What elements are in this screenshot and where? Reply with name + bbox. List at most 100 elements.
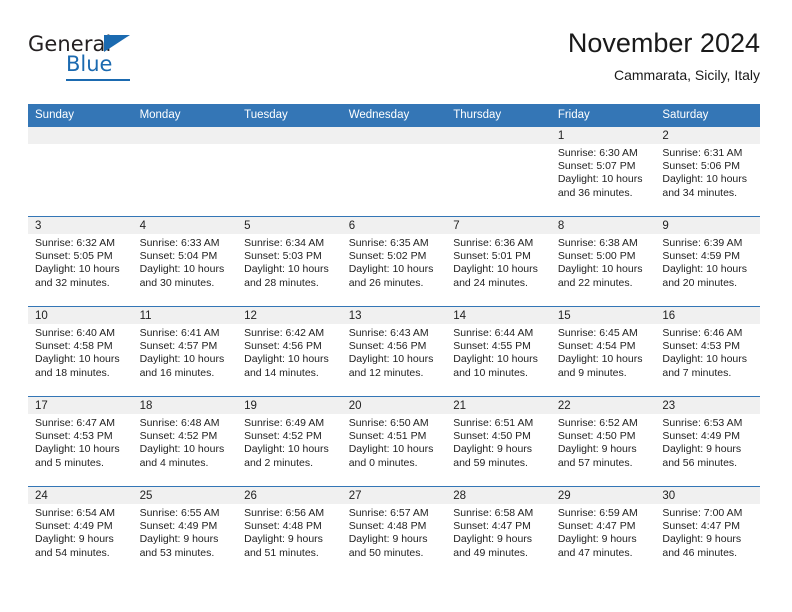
day-number: 28 [446, 487, 551, 504]
day-details: Sunrise: 6:34 AM Sunset: 5:03 PM Daylight:… [237, 234, 342, 290]
calendar-day-cell[interactable]: 3 Sunrise: 6:32 AM Sunset: 5:05 PM Daylight… [28, 216, 133, 307]
calendar-day-cell[interactable]: 5 Sunrise: 6:34 AM Sunset: 5:03 PM Daylight… [237, 216, 342, 307]
calendar-day-cell[interactable]: 18 Sunrise: 6:48 AM Sunset: 4:52 PM Dayligh… [132, 396, 238, 487]
calendar-day-cell[interactable]: 29 Sunrise: 6:59 AM Sunset: 4:47 PM Dayligh… [550, 486, 656, 577]
calendar-day-cell[interactable]: 14 Sunrise: 6:44 AM Sunset: 4:55 PM Dayligh… [446, 306, 551, 397]
sunset-text: Sunset: 4:49 PM [35, 520, 113, 533]
calendar-day-cell[interactable]: 13 Sunrise: 6:43 AM Sunset: 4:56 PM Dayligh… [341, 306, 447, 397]
sunset-text: Sunset: 4:53 PM [35, 430, 113, 443]
daylight-text: Daylight: 10 hours and 22 minutes. [557, 263, 643, 289]
day-details: Sunrise: 6:58 AM Sunset: 4:47 PM Daylight:… [446, 504, 551, 560]
calendar-day-cell[interactable]: 17 Sunrise: 6:47 AM Sunset: 4:53 PM Dayligh… [28, 396, 133, 487]
day-number [237, 127, 342, 144]
day-details: Sunrise: 6:39 AM Sunset: 4:59 PM Daylight:… [655, 234, 760, 290]
calendar-day-cell[interactable]: 11 Sunrise: 6:41 AM Sunset: 4:57 PM Dayligh… [132, 306, 238, 397]
calendar-day-cell[interactable]: 8 Sunrise: 6:38 AM Sunset: 5:00 PM Daylight… [550, 216, 656, 307]
calendar-day-cell[interactable]: 12 Sunrise: 6:42 AM Sunset: 4:56 PM Dayligh… [237, 306, 342, 397]
triangle-icon [104, 35, 130, 52]
daylight-text: Daylight: 10 hours and 18 minutes. [35, 353, 120, 379]
calendar-day-cell-empty [446, 126, 551, 217]
daylight-text: Daylight: 10 hours and 26 minutes. [348, 263, 434, 289]
calendar-day-cell[interactable]: 22 Sunrise: 6:52 AM Sunset: 4:50 PM Dayligh… [550, 396, 656, 487]
daylight-text: Daylight: 10 hours and 4 minutes. [139, 443, 225, 469]
calendar-day-cell[interactable]: 28 Sunrise: 6:58 AM Sunset: 4:47 PM Dayligh… [446, 486, 551, 577]
calendar-day-cell[interactable]: 1 Sunrise: 6:30 AM Sunset: 5:07 PM Daylight… [550, 126, 656, 217]
sunrise-text: Sunrise: 6:53 AM [662, 417, 743, 429]
daylight-text: Daylight: 10 hours and 16 minutes. [139, 353, 225, 379]
calendar-day-cell[interactable]: 19 Sunrise: 6:49 AM Sunset: 4:52 PM Dayligh… [237, 396, 342, 487]
sunset-text: Sunset: 4:58 PM [35, 340, 113, 353]
day-number [132, 127, 238, 144]
calendar-day-cell[interactable]: 9 Sunrise: 6:39 AM Sunset: 4:59 PM Daylight… [655, 216, 760, 307]
sunset-text: Sunset: 4:51 PM [348, 430, 427, 443]
day-number: 22 [550, 397, 656, 414]
sunset-text: Sunset: 4:54 PM [557, 340, 636, 353]
sunset-text: Sunset: 5:02 PM [348, 250, 427, 263]
calendar-day-cell[interactable]: 30 Sunrise: 7:00 AM Sunset: 4:47 PM Dayligh… [655, 486, 760, 577]
weekday-header-thursday: Thursday [446, 104, 551, 127]
sunset-text: Sunset: 4:48 PM [348, 520, 427, 533]
calendar-day-cell[interactable]: 24 Sunrise: 6:54 AM Sunset: 4:49 PM Dayligh… [28, 486, 133, 577]
calendar-day-cell[interactable]: 20 Sunrise: 6:50 AM Sunset: 4:51 PM Dayligh… [341, 396, 447, 487]
sunrise-text: Sunrise: 6:44 AM [453, 327, 534, 339]
sunset-text: Sunset: 5:01 PM [453, 250, 531, 263]
daylight-text: Daylight: 10 hours and 24 minutes. [453, 263, 538, 289]
calendar-day-cell[interactable]: 23 Sunrise: 6:53 AM Sunset: 4:49 PM Dayligh… [655, 396, 760, 487]
daylight-text: Daylight: 10 hours and 9 minutes. [557, 353, 643, 379]
calendar-day-cell[interactable]: 16 Sunrise: 6:46 AM Sunset: 4:53 PM Dayligh… [655, 306, 760, 397]
calendar-day-cell[interactable]: 6 Sunrise: 6:35 AM Sunset: 5:02 PM Daylight… [341, 216, 447, 307]
sunrise-text: Sunrise: 6:56 AM [244, 507, 325, 519]
day-details: Sunrise: 6:59 AM Sunset: 4:47 PM Daylight:… [551, 504, 656, 560]
weekday-header-friday: Friday [550, 104, 656, 127]
calendar-day-cell[interactable]: 15 Sunrise: 6:45 AM Sunset: 4:54 PM Dayligh… [550, 306, 656, 397]
day-number: 21 [446, 397, 551, 414]
day-number: 12 [237, 307, 342, 324]
calendar-day-cell-empty [28, 126, 133, 217]
day-number: 13 [341, 307, 447, 324]
sunrise-text: Sunrise: 6:58 AM [453, 507, 534, 519]
day-details: Sunrise: 6:54 AM Sunset: 4:49 PM Daylight:… [28, 504, 133, 560]
daylight-text: Daylight: 9 hours and 53 minutes. [139, 533, 219, 559]
day-details: Sunrise: 6:55 AM Sunset: 4:49 PM Daylight:… [133, 504, 238, 560]
sunrise-text: Sunrise: 6:59 AM [557, 507, 638, 519]
calendar-day-cell[interactable]: 10 Sunrise: 6:40 AM Sunset: 4:58 PM Dayligh… [28, 306, 133, 397]
sunset-text: Sunset: 4:49 PM [662, 430, 741, 443]
calendar-day-cell[interactable]: 21 Sunrise: 6:51 AM Sunset: 4:50 PM Dayligh… [446, 396, 551, 487]
calendar-day-cell[interactable]: 25 Sunrise: 6:55 AM Sunset: 4:49 PM Dayligh… [132, 486, 238, 577]
weekday-header-tuesday: Tuesday [237, 104, 342, 127]
day-details: Sunrise: 6:46 AM Sunset: 4:53 PM Daylight:… [655, 324, 760, 380]
day-number: 16 [655, 307, 760, 324]
daylight-text: Daylight: 9 hours and 54 minutes. [35, 533, 114, 559]
day-number: 17 [28, 397, 133, 414]
day-details: Sunrise: 6:57 AM Sunset: 4:48 PM Daylight:… [342, 504, 447, 560]
calendar-day-cell[interactable]: 4 Sunrise: 6:33 AM Sunset: 5:04 PM Daylight… [132, 216, 238, 307]
weekday-header-row: Sunday Monday Tuesday Wednesday Thursday Frid… [28, 104, 760, 127]
day-details: Sunrise: 6:53 AM Sunset: 4:49 PM Daylight:… [655, 414, 760, 470]
day-details: Sunrise: 6:33 AM Sunset: 5:04 PM Daylight:… [133, 234, 238, 290]
calendar-day-cell[interactable]: 2 Sunrise: 6:31 AM Sunset: 5:06 PM Daylight… [655, 126, 760, 217]
day-details: Sunrise: 6:48 AM Sunset: 4:52 PM Daylight:… [133, 414, 238, 470]
calendar-day-cell[interactable]: 27 Sunrise: 6:57 AM Sunset: 4:48 PM Dayligh… [341, 486, 447, 577]
sunset-text: Sunset: 4:57 PM [139, 340, 218, 353]
daylight-text: Daylight: 9 hours and 59 minutes. [453, 443, 533, 469]
day-number: 14 [446, 307, 551, 324]
daylight-text: Daylight: 9 hours and 50 minutes. [348, 533, 428, 559]
sunrise-text: Sunrise: 6:30 AM [557, 147, 638, 159]
day-details: Sunrise: 6:40 AM Sunset: 4:58 PM Daylight:… [28, 324, 133, 380]
day-number: 9 [655, 217, 760, 234]
calendar-week-row: 1 Sunrise: 6:30 AM Sunset: 5:07 PM Daylight… [28, 126, 760, 217]
day-details: Sunrise: 6:56 AM Sunset: 4:48 PM Daylight:… [237, 504, 342, 560]
sunrise-text: Sunrise: 6:43 AM [348, 327, 429, 339]
day-number: 7 [446, 217, 551, 234]
general-blue-logo: General Blue [28, 32, 208, 88]
sunrise-text: Sunrise: 6:46 AM [662, 327, 743, 339]
calendar-grid: Sunday Monday Tuesday Wednesday Thursday Frid… [28, 104, 760, 577]
calendar-day-cell[interactable]: 7 Sunrise: 6:36 AM Sunset: 5:01 PM Daylight… [446, 216, 551, 307]
calendar-day-cell[interactable]: 26 Sunrise: 6:56 AM Sunset: 4:48 PM Dayligh… [237, 486, 342, 577]
sunset-text: Sunset: 4:49 PM [139, 520, 218, 533]
day-details: Sunrise: 7:00 AM Sunset: 4:47 PM Daylight:… [655, 504, 760, 560]
calendar-header-row: Sunday Monday Tuesday Wednesday Thursday Frid… [28, 104, 760, 127]
day-number: 18 [132, 397, 238, 414]
day-details: Sunrise: 6:51 AM Sunset: 4:50 PM Daylight:… [446, 414, 551, 470]
sunrise-text: Sunrise: 6:38 AM [557, 237, 638, 249]
